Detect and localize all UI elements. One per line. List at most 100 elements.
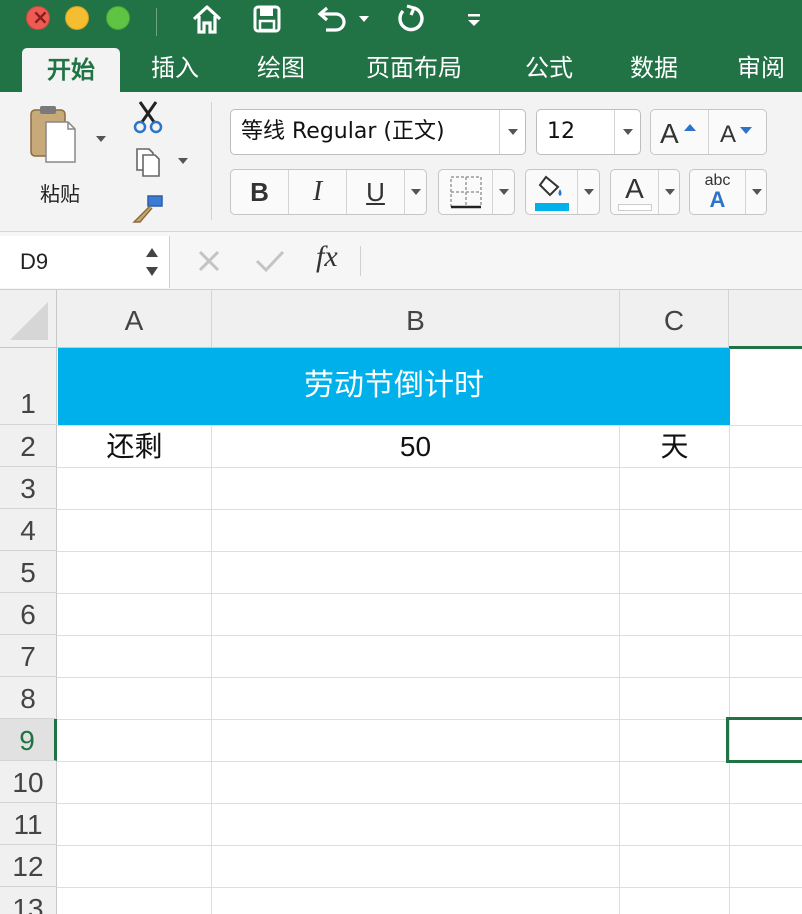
format-painter-icon[interactable] bbox=[130, 192, 166, 226]
formula-bar: D9 fx bbox=[0, 232, 802, 290]
row-header-10[interactable]: 10 bbox=[0, 761, 57, 803]
cell-a2[interactable]: 还剩 bbox=[58, 426, 211, 467]
fill-color-swatch bbox=[534, 203, 569, 211]
increase-font-size-button[interactable]: A bbox=[651, 110, 709, 154]
paint-bucket-icon bbox=[538, 175, 561, 197]
cell-c2[interactable]: 天 bbox=[620, 426, 729, 467]
home-icon[interactable] bbox=[190, 2, 224, 36]
ribbon-home: 粘贴 等线 Regular (正文) 12 A A B I U A abc A bbox=[0, 92, 802, 232]
tab-formulas[interactable]: 公式 bbox=[508, 44, 590, 92]
cancel-entry-icon[interactable] bbox=[196, 248, 222, 274]
tab-data[interactable]: 数据 bbox=[612, 44, 696, 92]
chevron-down-icon[interactable] bbox=[499, 110, 525, 154]
font-color-button[interactable]: A bbox=[611, 170, 659, 214]
font-color-group: A bbox=[610, 169, 680, 215]
row-header-7[interactable]: 7 bbox=[0, 635, 57, 677]
phonetic-guide-button[interactable]: abc A bbox=[690, 170, 746, 214]
row-header-11[interactable]: 11 bbox=[0, 803, 57, 845]
row-header-1[interactable]: 1 bbox=[0, 348, 57, 425]
svg-text:A: A bbox=[720, 121, 736, 147]
gridline bbox=[57, 677, 802, 678]
name-box-value: D9 bbox=[20, 249, 49, 274]
font-color-swatch bbox=[617, 203, 652, 211]
chevron-down-icon[interactable] bbox=[614, 110, 640, 154]
cut-icon[interactable] bbox=[132, 100, 164, 134]
formula-input[interactable] bbox=[372, 236, 802, 288]
fill-color-button[interactable] bbox=[526, 170, 578, 214]
fill-color-group bbox=[525, 169, 600, 215]
decrease-font-size-button[interactable]: A bbox=[709, 110, 767, 154]
cell-b2[interactable]: 50 bbox=[212, 426, 619, 467]
underline-dropdown[interactable] bbox=[405, 170, 427, 214]
title-bar bbox=[0, 0, 802, 44]
confirm-entry-icon[interactable] bbox=[254, 248, 286, 274]
fill-color-dropdown[interactable] bbox=[578, 170, 600, 214]
svg-text:A: A bbox=[660, 118, 679, 147]
gridline bbox=[57, 803, 802, 804]
row-header-3[interactable]: 3 bbox=[0, 467, 57, 509]
row-header-4[interactable]: 4 bbox=[0, 509, 57, 551]
row-header-6[interactable]: 6 bbox=[0, 593, 57, 635]
titlebar-divider bbox=[156, 8, 157, 36]
minimize-window-button[interactable] bbox=[65, 6, 89, 30]
select-all-corner[interactable] bbox=[0, 290, 57, 348]
selected-cell-d9[interactable] bbox=[726, 717, 802, 763]
save-icon[interactable] bbox=[252, 4, 282, 34]
undo-icon[interactable] bbox=[314, 4, 348, 34]
italic-button[interactable]: I bbox=[289, 170, 347, 214]
close-window-button[interactable] bbox=[26, 5, 50, 30]
row-header-2[interactable]: 2 bbox=[0, 425, 57, 467]
undo-dropdown-icon[interactable] bbox=[358, 14, 370, 24]
column-header-b[interactable]: B bbox=[212, 290, 620, 348]
copy-dropdown-icon[interactable] bbox=[177, 156, 189, 166]
copy-icon[interactable] bbox=[134, 146, 162, 178]
title-cell-a1[interactable]: 劳动节倒计时 bbox=[58, 348, 730, 425]
gridline bbox=[57, 467, 802, 468]
underline-button[interactable]: U bbox=[347, 170, 405, 214]
gridline bbox=[57, 761, 802, 762]
tab-home[interactable]: 开始 bbox=[22, 48, 120, 92]
font-size-combo[interactable]: 12 bbox=[536, 109, 641, 155]
gridline bbox=[57, 593, 802, 594]
column-header-a[interactable]: A bbox=[57, 290, 212, 348]
customize-toolbar-icon[interactable] bbox=[466, 12, 482, 28]
bold-button[interactable]: B bbox=[231, 170, 289, 214]
column-header-c[interactable]: C bbox=[620, 290, 729, 348]
gridline bbox=[57, 509, 802, 510]
row-header-9[interactable]: 9 bbox=[0, 719, 57, 761]
font-color-dropdown[interactable] bbox=[659, 170, 680, 214]
tab-review[interactable]: 审阅 bbox=[720, 44, 802, 92]
worksheet-grid: A B C 1 2 3 4 5 6 7 8 9 10 11 12 13 劳动节倒… bbox=[0, 290, 802, 914]
gridline bbox=[57, 887, 802, 888]
borders-button[interactable] bbox=[439, 170, 493, 214]
row-header-5[interactable]: 5 bbox=[0, 551, 57, 593]
tab-insert[interactable]: 插入 bbox=[134, 44, 216, 92]
paste-icon[interactable] bbox=[28, 104, 78, 166]
paste-label[interactable]: 粘贴 bbox=[40, 178, 80, 207]
formula-divider bbox=[360, 246, 361, 276]
name-box-stepper-icon[interactable] bbox=[144, 244, 160, 280]
insert-function-button[interactable]: fx bbox=[316, 240, 338, 274]
gridline bbox=[57, 635, 802, 636]
row-header-13[interactable]: 13 bbox=[0, 887, 57, 914]
row-header-8[interactable]: 8 bbox=[0, 677, 57, 719]
tab-page-layout[interactable]: 页面布局 bbox=[346, 44, 482, 92]
row-header-12[interactable]: 12 bbox=[0, 845, 57, 887]
redo-icon[interactable] bbox=[394, 2, 426, 36]
text-style-group: B I U bbox=[230, 169, 427, 215]
column-header-d[interactable] bbox=[729, 290, 802, 348]
name-box[interactable]: D9 bbox=[0, 236, 170, 288]
borders-icon bbox=[449, 176, 482, 209]
phonetic-dropdown[interactable] bbox=[746, 170, 767, 214]
font-name-combo[interactable]: 等线 Regular (正文) bbox=[230, 109, 526, 155]
phonetic-sub-label: A bbox=[709, 187, 726, 212]
borders-dropdown[interactable] bbox=[493, 170, 515, 214]
paste-dropdown-icon[interactable] bbox=[95, 134, 107, 144]
tab-draw[interactable]: 绘图 bbox=[240, 44, 322, 92]
font-size-value: 12 bbox=[547, 119, 575, 144]
zoom-window-button[interactable] bbox=[106, 6, 130, 30]
decrease-font-icon: A bbox=[720, 121, 752, 147]
gridline bbox=[619, 425, 620, 914]
font-name-value: 等线 Regular (正文) bbox=[241, 119, 445, 144]
gridline bbox=[211, 425, 212, 914]
